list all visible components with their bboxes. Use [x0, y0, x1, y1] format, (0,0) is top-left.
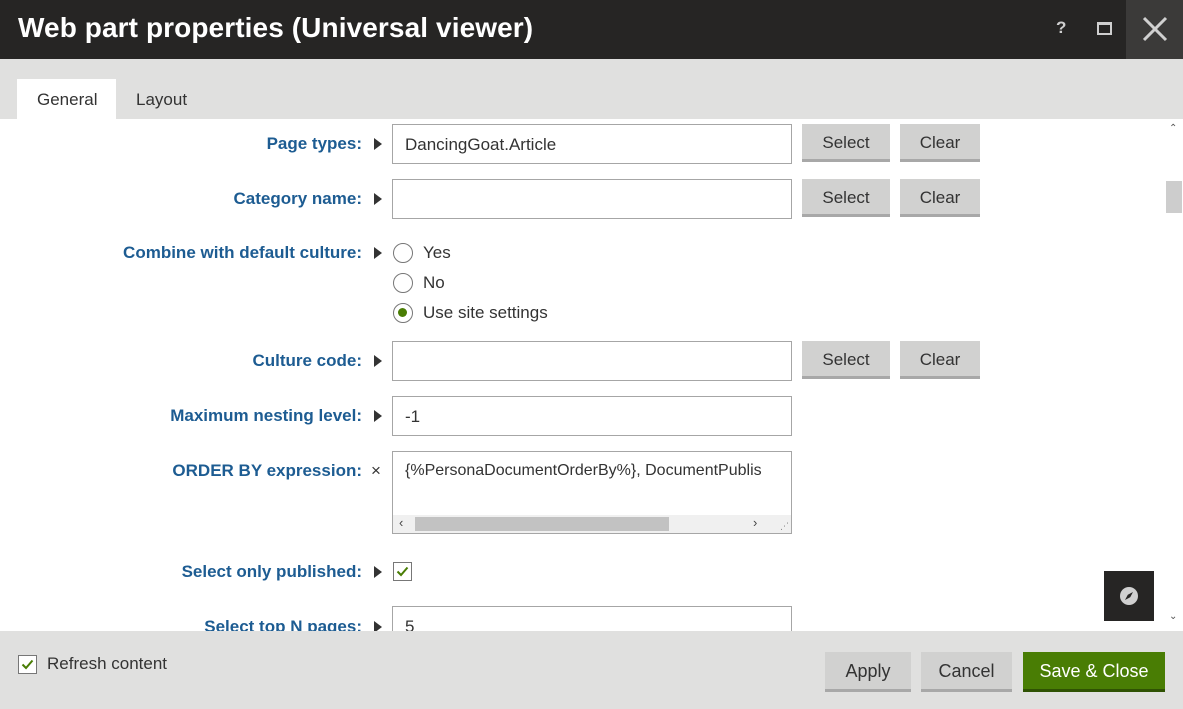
select-published-checkbox[interactable] — [393, 562, 412, 581]
top-n-label: Select top N pages: — [204, 617, 362, 631]
expand-arrow-icon[interactable] — [374, 621, 382, 631]
expand-arrow-icon[interactable] — [374, 193, 382, 205]
culture-code-select-button[interactable]: Select — [802, 341, 890, 379]
expand-arrow-icon[interactable] — [374, 138, 382, 150]
scroll-right-icon[interactable]: › — [753, 515, 757, 530]
page-types-label: Page types: — [266, 134, 362, 153]
expand-arrow-icon[interactable] — [374, 410, 382, 422]
apply-button[interactable]: Apply — [825, 652, 911, 692]
checkmark-icon — [396, 566, 409, 577]
order-by-label: ORDER BY expression: — [172, 461, 362, 480]
vertical-scrollbar[interactable]: ⌃ ⌄ — [1165, 119, 1183, 631]
select-published-label: Select only published: — [181, 562, 362, 581]
resize-grip-icon[interactable]: ⋰ — [780, 521, 789, 532]
scroll-down-icon[interactable]: ⌄ — [1169, 611, 1177, 622]
expand-arrow-icon[interactable] — [374, 355, 382, 367]
expand-arrow-icon[interactable] — [374, 247, 382, 259]
combine-culture-label: Combine with default culture: — [123, 243, 362, 262]
refresh-content-checkbox[interactable] — [18, 655, 37, 674]
category-name-select-button[interactable]: Select — [802, 179, 890, 217]
order-by-text: {%PersonaDocumentOrderBy%}, DocumentPubl… — [405, 462, 762, 479]
category-name-label: Category name: — [233, 189, 362, 208]
clear-x-icon[interactable]: × — [371, 461, 381, 481]
help-icon[interactable]: ? — [1056, 18, 1066, 38]
radio-label: Yes — [423, 243, 451, 262]
checkmark-icon — [21, 659, 34, 670]
navigation-button[interactable] — [1104, 571, 1154, 621]
category-name-clear-button[interactable]: Clear — [900, 179, 980, 217]
radio-button[interactable] — [393, 273, 413, 293]
culture-code-label: Culture code: — [252, 351, 362, 370]
page-types-clear-button[interactable]: Clear — [900, 124, 980, 162]
radio-button[interactable] — [393, 243, 413, 263]
tab-bar: General Layout — [0, 59, 1183, 119]
scroll-thumb[interactable] — [1166, 181, 1182, 213]
category-name-input[interactable] — [392, 179, 792, 219]
order-by-textarea[interactable]: {%PersonaDocumentOrderBy%}, DocumentPubl… — [392, 451, 792, 534]
scroll-left-icon[interactable]: ‹ — [399, 515, 403, 530]
cancel-button[interactable]: Cancel — [921, 652, 1012, 692]
title-bar: Web part properties (Universal viewer) ? — [0, 0, 1183, 59]
refresh-content-label: Refresh content — [47, 654, 168, 673]
scroll-thumb[interactable] — [415, 517, 669, 531]
radio-label: Use site settings — [423, 303, 548, 322]
maximize-icon[interactable] — [1097, 22, 1112, 35]
scroll-up-icon[interactable]: ⌃ — [1169, 123, 1177, 134]
properties-form: Page types: DancingGoat.Article Select C… — [0, 119, 1165, 631]
compass-icon — [1120, 587, 1138, 605]
horizontal-scrollbar[interactable]: ‹ › ⋰ — [393, 515, 791, 533]
culture-code-clear-button[interactable]: Clear — [900, 341, 980, 379]
close-button[interactable] — [1126, 0, 1183, 59]
radio-label: No — [423, 273, 445, 292]
tab-layout[interactable]: Layout — [116, 79, 207, 119]
close-icon — [1142, 16, 1168, 42]
dialog-title: Web part properties (Universal viewer) — [18, 12, 534, 43]
tab-general[interactable]: General — [17, 79, 116, 119]
radio-button-selected[interactable] — [393, 303, 413, 323]
max-nesting-label: Maximum nesting level: — [170, 406, 362, 425]
page-types-select-button[interactable]: Select — [802, 124, 890, 162]
top-n-input[interactable]: 5 — [392, 606, 792, 631]
save-close-button[interactable]: Save & Close — [1023, 652, 1165, 692]
expand-arrow-icon[interactable] — [374, 566, 382, 578]
dialog-footer: Refresh content Apply Cancel Save & Clos… — [0, 631, 1183, 709]
page-types-input[interactable]: DancingGoat.Article — [392, 124, 792, 164]
culture-code-input[interactable] — [392, 341, 792, 381]
max-nesting-input[interactable]: -1 — [392, 396, 792, 436]
